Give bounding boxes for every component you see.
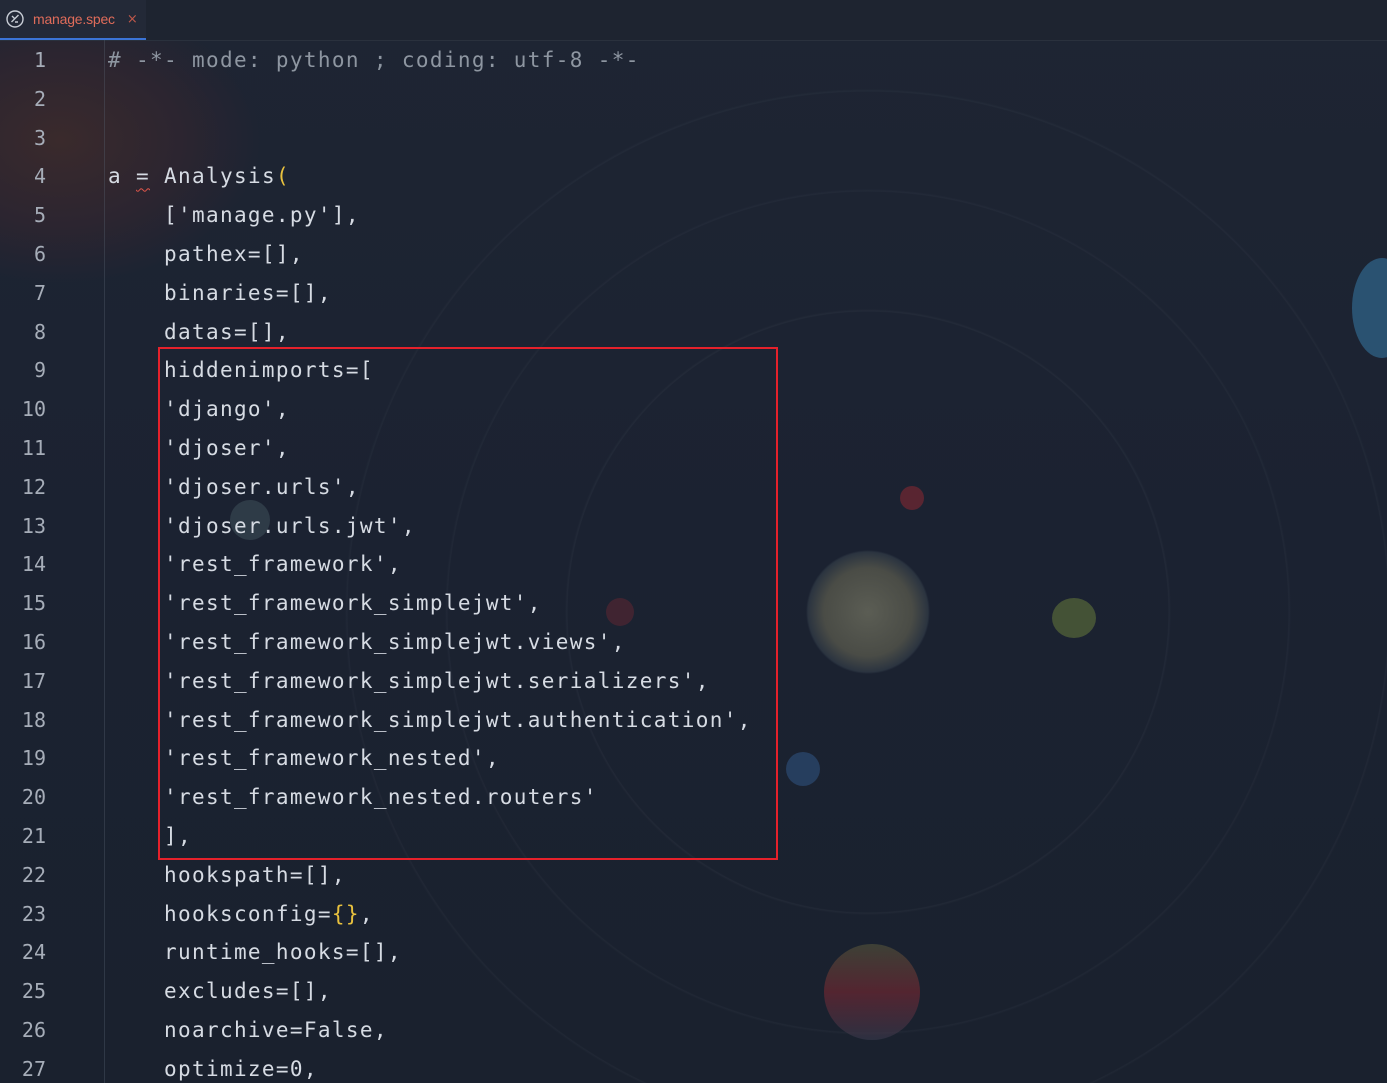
code-token-call: Analysis	[150, 164, 276, 189]
code-token-paren: (	[275, 164, 290, 189]
line-number: 23	[21, 901, 46, 926]
code-line[interactable]: 'djoser',	[108, 429, 290, 468]
line-number: 20	[21, 785, 46, 810]
line-number: 1	[33, 48, 46, 72]
code-line[interactable]: runtime_hooks=[],	[108, 933, 402, 972]
line-number: 16	[21, 630, 46, 654]
code-token-comma: ,	[359, 901, 374, 926]
line-number: 21	[21, 824, 46, 848]
tab-label: manage.spec	[33, 11, 115, 27]
code-line[interactable]: optimize=0,	[108, 1050, 318, 1083]
close-icon[interactable]: ×	[127, 13, 138, 26]
code-line[interactable]: 'rest_framework_simplejwt.authentication…	[108, 701, 752, 740]
code-line[interactable]: ['manage.py'],	[108, 196, 360, 235]
line-number: 26	[21, 1018, 46, 1042]
line-number: 10	[21, 397, 46, 422]
line-number: 13	[21, 513, 46, 538]
line-number: 9	[33, 358, 46, 383]
code-line[interactable]: noarchive=False,	[108, 1011, 388, 1050]
line-number: 3	[33, 125, 46, 150]
code-line[interactable]: # -*- mode: python ; coding: utf-8 -*-	[108, 41, 640, 80]
line-number: 6	[33, 242, 46, 266]
code-token-key: hooksconfig=	[108, 901, 332, 926]
line-number: 25	[21, 979, 46, 1004]
code-line[interactable]: binaries=[],	[108, 274, 332, 313]
line-number: 7	[33, 280, 46, 305]
line-number: 12	[21, 474, 46, 499]
code-token-var: a	[108, 164, 136, 189]
line-number: 18	[21, 707, 46, 732]
code-line[interactable]: 'rest_framework',	[108, 545, 402, 584]
code-line[interactable]: datas=[],	[108, 313, 290, 352]
code-line[interactable]: 'django',	[108, 390, 290, 429]
code-line[interactable]: hookspath=[],	[108, 856, 346, 895]
code-line[interactable]: 'rest_framework_simplejwt',	[108, 584, 542, 623]
lint-warning-underline[interactable]: =	[136, 164, 150, 188]
line-number: 8	[33, 319, 46, 344]
line-number: 5	[33, 203, 46, 228]
code-token-braces: {}	[331, 901, 360, 926]
line-number: 27	[21, 1056, 46, 1081]
code-line[interactable]: 'rest_framework_simplejwt.views',	[108, 623, 626, 662]
line-number-gutter: 1 2 3 4 5 6 7 8 9 10 11 12 13 14 15 16 1…	[0, 40, 105, 1083]
pyinstaller-spec-icon	[6, 10, 24, 28]
code-line[interactable]: hiddenimports=[	[108, 351, 374, 390]
line-number: 14	[21, 552, 46, 577]
code-line[interactable]: 'rest_framework_simplejwt.serializers',	[108, 662, 710, 701]
line-number: 4	[33, 164, 46, 189]
editor-window: manage.spec × 1 2 3 4 5 6 7 8 9 10 11 12…	[0, 0, 1387, 1083]
line-number: 24	[21, 940, 46, 965]
code-line-analysis[interactable]: a = Analysis(	[108, 157, 290, 196]
code-line[interactable]: 'djoser.urls',	[108, 468, 360, 507]
line-number: 2	[33, 86, 46, 111]
code-line-hooksconfig[interactable]: hooksconfig={},	[108, 895, 374, 934]
code-line[interactable]: 'djoser.urls.jwt',	[108, 507, 416, 546]
line-number: 15	[21, 591, 46, 616]
line-number: 11	[21, 436, 46, 460]
code-line[interactable]: excludes=[],	[108, 972, 332, 1011]
code-line[interactable]: ],	[108, 817, 192, 856]
line-number: 22	[21, 862, 46, 887]
line-number: 17	[21, 668, 46, 693]
code-editor[interactable]: # -*- mode: python ; coding: utf-8 -*- a…	[108, 40, 1378, 1083]
code-line[interactable]: 'rest_framework_nested.routers'	[108, 778, 598, 817]
line-number: 19	[21, 746, 46, 771]
code-line[interactable]: pathex=[],	[108, 235, 304, 274]
tab-bar: manage.spec ×	[0, 0, 1387, 41]
tab-manage-spec[interactable]: manage.spec ×	[0, 0, 146, 40]
code-line[interactable]: 'rest_framework_nested',	[108, 739, 500, 778]
